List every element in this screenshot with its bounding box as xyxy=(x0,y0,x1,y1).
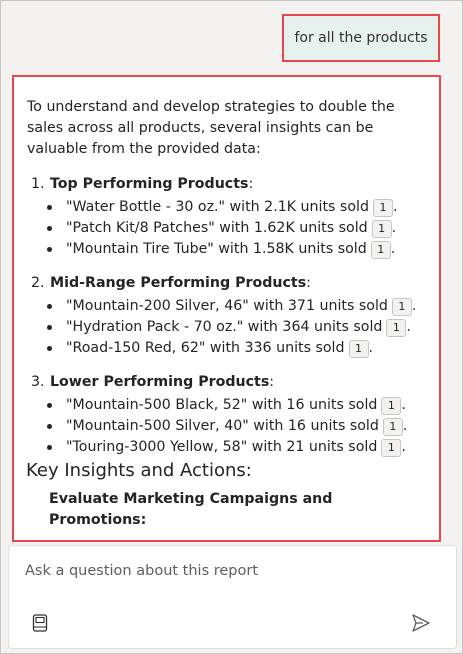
section-title: Mid-Range Performing Products xyxy=(50,275,307,291)
response-section: 1. Top Performing Products: "Water Bottle … xyxy=(27,174,427,260)
product-list: "Mountain-200 Silver, 46" with 371 units… xyxy=(27,296,427,359)
list-item-text: "Mountain-500 Black, 52" with 16 units s… xyxy=(66,397,378,413)
response-card: To understand and develop strategies to … xyxy=(12,75,441,542)
list-item: "Mountain Tire Tube" with 1.58K units so… xyxy=(47,239,427,260)
list-item-text: "Patch Kit/8 Patches" with 1.62K units s… xyxy=(66,220,368,236)
section-title-suffix: : xyxy=(248,176,254,192)
truncated-bullet-text: Evaluate Marketing Campaigns and Promoti… xyxy=(49,491,333,528)
list-item: "Mountain-500 Black, 52" with 16 units s… xyxy=(47,395,427,416)
list-item: "Mountain-500 Silver, 40" with 16 units … xyxy=(47,416,427,437)
response-section: 2. Mid-Range Performing Products: "Mountai… xyxy=(27,273,427,359)
key-insights-heading: Key Insights and Actions: xyxy=(26,460,252,481)
citation-badge[interactable]: 1 xyxy=(381,396,402,415)
list-item: "Water Bottle - 30 oz." with 2.1K units … xyxy=(47,197,427,218)
list-item: "Touring-3000 Yellow, 58" with 21 units … xyxy=(47,437,427,458)
citation-badge[interactable]: 1 xyxy=(391,297,412,316)
book-icon[interactable] xyxy=(32,614,48,632)
list-item-tail: . xyxy=(401,439,406,455)
response-intro: To understand and develop strategies to … xyxy=(27,99,395,157)
question-input-box[interactable]: Ask a question about this report xyxy=(8,545,457,649)
citation-badge[interactable]: 1 xyxy=(386,318,407,337)
section-number: 2. xyxy=(31,275,45,291)
list-item-tail: . xyxy=(391,220,397,236)
list-item-text: "Mountain Tire Tube" with 1.58K units so… xyxy=(66,241,367,257)
section-title: Top Performing Products xyxy=(50,176,249,192)
list-item-tail: . xyxy=(401,397,406,413)
section-title-suffix: : xyxy=(306,275,311,291)
list-item-tail: . xyxy=(411,298,417,314)
section-heading: 1. Top Performing Products: xyxy=(27,174,427,195)
bullet-icon xyxy=(47,226,52,231)
list-item-tail: . xyxy=(402,418,408,434)
citation-badge[interactable]: 1 xyxy=(371,219,392,238)
bullet-icon xyxy=(47,424,52,429)
bullet-icon xyxy=(47,247,52,252)
list-item-text: "Hydration Pack - 70 oz." with 364 units… xyxy=(66,319,383,335)
list-item: "Hydration Pack - 70 oz." with 364 units… xyxy=(47,317,427,338)
list-item-tail: . xyxy=(390,241,396,257)
user-message-bubble: for all the products xyxy=(282,14,440,62)
list-item: "Patch Kit/8 Patches" with 1.62K units s… xyxy=(47,218,427,239)
section-number: 1. xyxy=(31,176,45,192)
section-number: 3. xyxy=(31,374,45,390)
list-item-text: "Mountain-200 Silver, 46" with 371 units… xyxy=(66,298,388,314)
citation-badge[interactable]: 1 xyxy=(381,438,402,457)
list-item: "Mountain-200 Silver, 46" with 371 units… xyxy=(47,296,427,317)
citation-badge[interactable]: 1 xyxy=(370,240,391,259)
bullet-icon xyxy=(47,445,52,450)
list-item-text: "Touring-3000 Yellow, 58" with 21 units … xyxy=(66,439,378,455)
citation-badge[interactable]: 1 xyxy=(372,198,393,217)
list-item-text: "Road-150 Red, 62" with 336 units sold xyxy=(66,340,345,356)
bullet-icon xyxy=(47,304,52,309)
bullet-icon xyxy=(47,325,52,330)
bullet-icon xyxy=(47,346,52,351)
citation-badge[interactable]: 1 xyxy=(382,417,403,436)
section-title-suffix: : xyxy=(269,374,275,390)
citation-badge[interactable]: 1 xyxy=(348,339,369,358)
section-heading: 2. Mid-Range Performing Products: xyxy=(27,273,427,294)
send-icon[interactable] xyxy=(411,613,431,633)
list-item-tail: . xyxy=(406,319,411,335)
section-heading: 3. Lower Performing Products: xyxy=(27,372,427,393)
response-section: 3. Lower Performing Products: "Mountain-50… xyxy=(27,372,427,458)
list-item-text: "Water Bottle - 30 oz." with 2.1K units … xyxy=(66,199,369,215)
question-input-placeholder[interactable]: Ask a question about this report xyxy=(25,563,258,579)
product-list: "Water Bottle - 30 oz." with 2.1K units … xyxy=(27,197,427,260)
section-title: Lower Performing Products xyxy=(50,374,270,390)
list-item-tail: . xyxy=(368,340,374,356)
user-message-text: for all the products xyxy=(294,30,428,46)
qa-panel: for all the products To understand and d… xyxy=(0,0,463,654)
list-item-tail: . xyxy=(392,199,398,215)
bullet-icon xyxy=(47,205,52,210)
list-item-text: "Mountain-500 Silver, 40" with 16 units … xyxy=(66,418,379,434)
list-item: "Road-150 Red, 62" with 336 units sold 1. xyxy=(47,338,427,359)
bullet-icon xyxy=(47,403,52,408)
product-list: "Mountain-500 Black, 52" with 16 units s… xyxy=(27,395,427,458)
